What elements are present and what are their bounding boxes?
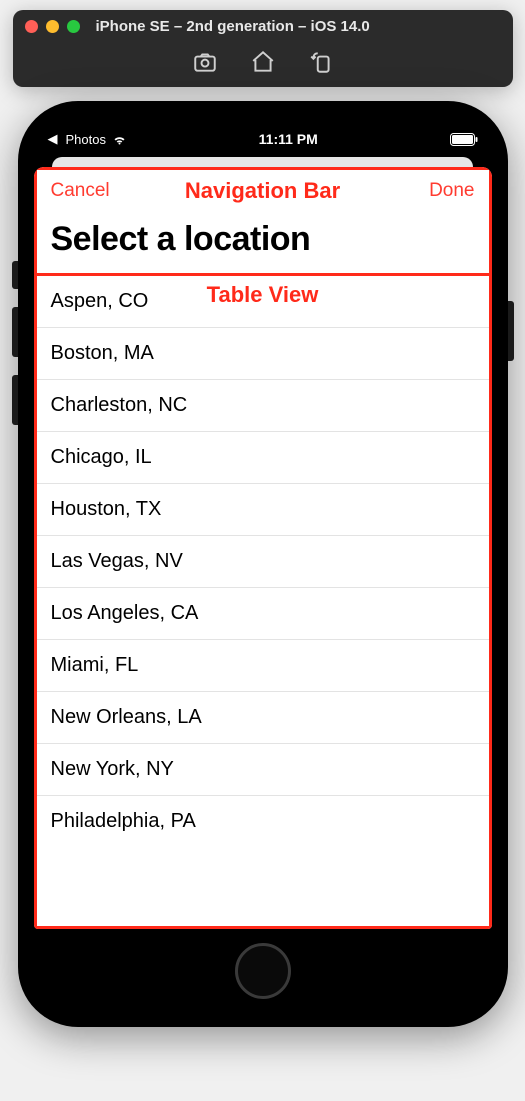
table-view-annotation: Table View xyxy=(207,282,319,308)
table-row[interactable]: Miami, FL xyxy=(37,640,489,692)
status-bar-right xyxy=(450,133,478,146)
status-bar-time: 11:11 PM xyxy=(127,131,450,147)
status-bar-left[interactable]: ◀ Photos xyxy=(48,131,127,147)
table-row[interactable]: Chicago, IL xyxy=(37,432,489,484)
wifi-icon xyxy=(112,132,127,147)
volume-up-button[interactable] xyxy=(12,307,18,357)
volume-down-button[interactable] xyxy=(12,375,18,425)
simulator-titlebar: iPhone SE – 2nd generation – iOS 14.0 xyxy=(13,10,513,43)
device-screen: ◀ Photos 11:11 PM xyxy=(34,119,492,929)
table-row[interactable]: New Orleans, LA xyxy=(37,692,489,744)
table-row[interactable]: Philadelphia, PA xyxy=(37,796,489,847)
device-left-buttons xyxy=(12,261,18,425)
simulator-window: iPhone SE – 2nd generation – iOS 14.0 xyxy=(13,10,513,87)
window-minimize-button[interactable] xyxy=(46,20,59,33)
back-caret-icon: ◀ xyxy=(48,131,58,147)
navigation-bar: Cancel Navigation Bar Done xyxy=(37,170,489,208)
window-close-button[interactable] xyxy=(25,20,38,33)
rotate-icon[interactable] xyxy=(308,49,334,75)
screenshot-icon[interactable] xyxy=(192,49,218,75)
table-row[interactable]: New York, NY xyxy=(37,744,489,796)
done-button[interactable]: Done xyxy=(429,180,474,202)
device-right-buttons xyxy=(508,301,514,361)
table-view-region: Table View Aspen, CO Boston, MA Charlest… xyxy=(34,273,492,929)
table-row[interactable]: Charleston, NC xyxy=(37,380,489,432)
navigation-bar-region: Cancel Navigation Bar Done Select a loca… xyxy=(34,167,492,273)
status-bar: ◀ Photos 11:11 PM xyxy=(34,129,492,149)
table-row[interactable]: Houston, TX xyxy=(37,484,489,536)
simulator-title: iPhone SE – 2nd generation – iOS 14.0 xyxy=(88,18,501,35)
window-traffic-lights xyxy=(25,20,80,33)
navigation-bar-annotation: Navigation Bar xyxy=(185,178,340,204)
status-bar-area: ◀ Photos 11:11 PM xyxy=(34,119,492,155)
home-button[interactable] xyxy=(235,943,291,999)
table-row[interactable]: Boston, MA xyxy=(37,328,489,380)
device-frame: ◀ Photos 11:11 PM xyxy=(18,101,508,1027)
back-to-app-label: Photos xyxy=(66,132,106,147)
modal-sheet-background xyxy=(34,155,492,167)
power-button[interactable] xyxy=(508,301,514,361)
table-row[interactable]: Las Vegas, NV xyxy=(37,536,489,588)
simulator-toolbar xyxy=(13,43,513,87)
window-zoom-button[interactable] xyxy=(67,20,80,33)
battery-icon xyxy=(450,133,478,146)
modal-sheet: Cancel Navigation Bar Done Select a loca… xyxy=(34,167,492,929)
mute-switch[interactable] xyxy=(12,261,18,289)
page-title: Select a location xyxy=(37,208,489,273)
table-view[interactable]: Aspen, CO Boston, MA Charleston, NC Chic… xyxy=(37,276,489,847)
home-icon[interactable] xyxy=(250,49,276,75)
table-row[interactable]: Los Angeles, CA xyxy=(37,588,489,640)
cancel-button[interactable]: Cancel xyxy=(51,180,110,202)
